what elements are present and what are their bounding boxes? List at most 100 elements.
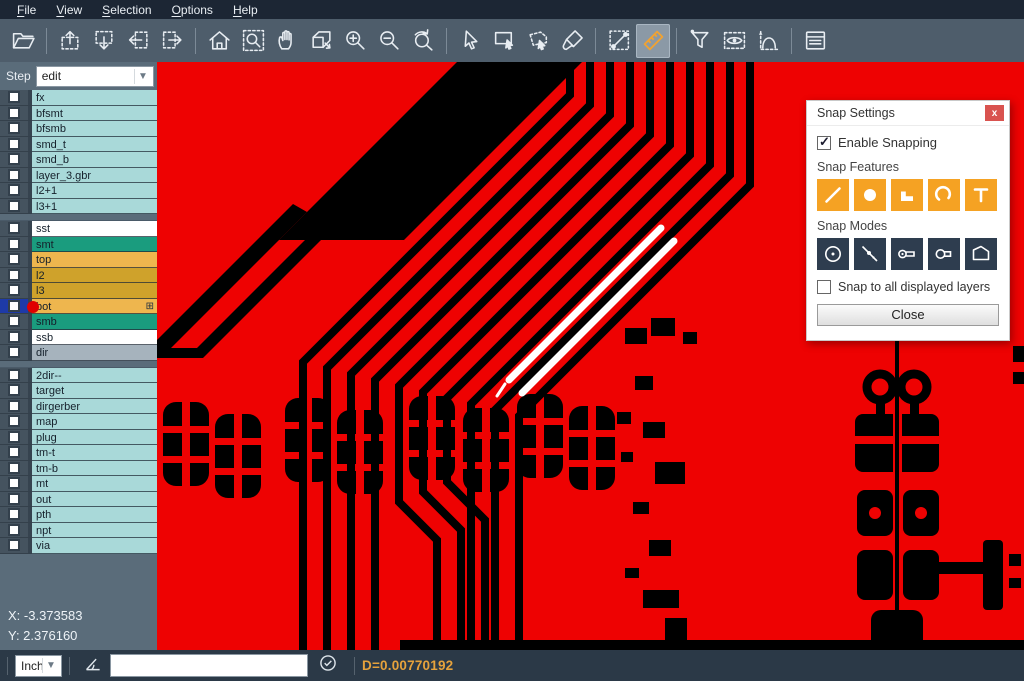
menu-selection[interactable]: Selection xyxy=(93,1,160,19)
measure-line-icon[interactable] xyxy=(602,24,636,58)
layer-checkbox-cell[interactable] xyxy=(0,137,28,153)
layer-name[interactable]: via xyxy=(32,538,157,554)
layer-name[interactable]: sst xyxy=(32,221,157,237)
layer-name[interactable]: out xyxy=(32,492,157,508)
zoom-fit-icon[interactable] xyxy=(236,24,270,58)
layer-checkbox-cell[interactable] xyxy=(0,90,28,106)
layer-checkbox[interactable] xyxy=(8,284,20,296)
snap-close-button[interactable]: Close xyxy=(817,304,999,326)
layer-name[interactable]: bfsmt xyxy=(32,106,157,122)
snap-text-icon[interactable] xyxy=(965,179,997,211)
layer-checkbox-cell[interactable] xyxy=(0,368,28,384)
layer-checkbox[interactable] xyxy=(8,400,20,412)
layer-checkbox[interactable] xyxy=(8,300,20,312)
snap-round-pad-icon[interactable] xyxy=(854,179,886,211)
layer-checkbox-cell[interactable] xyxy=(0,383,28,399)
layer-checkbox-cell[interactable] xyxy=(0,299,28,315)
layer-name[interactable]: smd_b xyxy=(32,152,157,168)
snap-slot-right-icon[interactable] xyxy=(928,238,960,270)
layer-checkbox[interactable] xyxy=(8,138,20,150)
layer-checkbox-cell[interactable] xyxy=(0,345,28,361)
layer-checkbox[interactable] xyxy=(8,122,20,134)
layer-name[interactable]: tm-b xyxy=(32,461,157,477)
menu-help[interactable]: Help xyxy=(224,1,267,19)
layer-checkbox[interactable] xyxy=(8,315,20,327)
layer-checkbox-cell[interactable] xyxy=(0,237,28,253)
report-icon[interactable] xyxy=(798,24,832,58)
menu-view[interactable]: View xyxy=(47,1,91,19)
layer-checkbox[interactable] xyxy=(8,462,20,474)
layer-name[interactable]: map xyxy=(32,414,157,430)
snap-shape-pad-icon[interactable] xyxy=(891,179,923,211)
layer-checkbox[interactable] xyxy=(8,107,20,119)
open-file-icon[interactable] xyxy=(6,24,40,58)
layer-checkbox-cell[interactable] xyxy=(0,461,28,477)
layer-checkbox[interactable] xyxy=(8,184,20,196)
layer-checkbox[interactable] xyxy=(8,369,20,381)
layer-name[interactable]: l2 xyxy=(32,268,157,284)
rect-select-icon[interactable] xyxy=(487,24,521,58)
filter-icon[interactable] xyxy=(683,24,717,58)
layer-checkbox-cell[interactable] xyxy=(0,445,28,461)
layer-checkbox-cell[interactable] xyxy=(0,199,28,215)
close-icon[interactable]: x xyxy=(985,105,1004,121)
layer-name[interactable]: top xyxy=(32,252,157,268)
layer-checkbox-cell[interactable] xyxy=(0,183,28,199)
ruler-icon[interactable] xyxy=(636,24,670,58)
snap-dialog-title-bar[interactable]: Snap Settings x xyxy=(807,101,1009,126)
enable-snapping-checkbox[interactable] xyxy=(817,136,831,150)
view-box-icon[interactable] xyxy=(717,24,751,58)
snap-arc-icon[interactable] xyxy=(928,179,960,211)
pan-hand-icon[interactable] xyxy=(270,24,304,58)
layer-checkbox[interactable] xyxy=(8,508,20,520)
layer-checkbox-cell[interactable] xyxy=(0,168,28,184)
layer-name[interactable]: npt xyxy=(32,523,157,539)
layer-checkbox-cell[interactable] xyxy=(0,314,28,330)
step-select[interactable]: edit ▼ xyxy=(36,66,154,87)
snap-center-icon[interactable] xyxy=(817,238,849,270)
layer-name[interactable]: l3+1 xyxy=(32,199,157,215)
layer-checkbox-cell[interactable] xyxy=(0,523,28,539)
layer-checkbox-cell[interactable] xyxy=(0,268,28,284)
clean-brush-icon[interactable] xyxy=(555,24,589,58)
layer-name[interactable]: dir xyxy=(32,345,157,361)
pan-right-icon[interactable] xyxy=(155,24,189,58)
layer-checkbox[interactable] xyxy=(8,153,20,165)
menu-options[interactable]: Options xyxy=(163,1,222,19)
layer-checkbox-cell[interactable] xyxy=(0,106,28,122)
pan-down-icon[interactable] xyxy=(87,24,121,58)
layer-checkbox-cell[interactable] xyxy=(0,476,28,492)
layer-checkbox-cell[interactable] xyxy=(0,492,28,508)
layer-checkbox[interactable] xyxy=(8,222,20,234)
snap-contour-icon[interactable] xyxy=(965,238,997,270)
layer-checkbox[interactable] xyxy=(8,200,20,212)
layer-checkbox-cell[interactable] xyxy=(0,221,28,237)
layer-name[interactable]: 2dir-- xyxy=(32,368,157,384)
layer-checkbox[interactable] xyxy=(8,431,20,443)
layer-checkbox-cell[interactable] xyxy=(0,121,28,137)
layer-name[interactable]: smb xyxy=(32,314,157,330)
snap-slot-left-icon[interactable] xyxy=(891,238,923,270)
menu-file[interactable]: File xyxy=(8,1,45,19)
layer-checkbox[interactable] xyxy=(8,346,20,358)
apply-check-icon[interactable] xyxy=(318,653,338,678)
layer-checkbox[interactable] xyxy=(8,238,20,250)
pan-left-icon[interactable] xyxy=(121,24,155,58)
layer-checkbox-cell[interactable] xyxy=(0,507,28,523)
command-input[interactable] xyxy=(110,654,308,677)
snap-all-layers-checkbox[interactable] xyxy=(817,280,831,294)
layer-name[interactable]: smd_t xyxy=(32,137,157,153)
layer-checkbox[interactable] xyxy=(8,253,20,265)
layer-name[interactable]: mt xyxy=(32,476,157,492)
snap-point-on-line-icon[interactable] xyxy=(854,238,886,270)
layer-name[interactable]: pth xyxy=(32,507,157,523)
units-select[interactable]: Inch ▼ xyxy=(15,655,62,677)
layer-checkbox[interactable] xyxy=(8,91,20,103)
layer-name[interactable]: smt xyxy=(32,237,157,253)
layer-checkbox[interactable] xyxy=(8,384,20,396)
layer-name[interactable]: ssb xyxy=(32,330,157,346)
layer-checkbox[interactable] xyxy=(8,477,20,489)
layer-name[interactable]: target xyxy=(32,383,157,399)
select-cursor-icon[interactable] xyxy=(453,24,487,58)
layer-checkbox[interactable] xyxy=(8,169,20,181)
